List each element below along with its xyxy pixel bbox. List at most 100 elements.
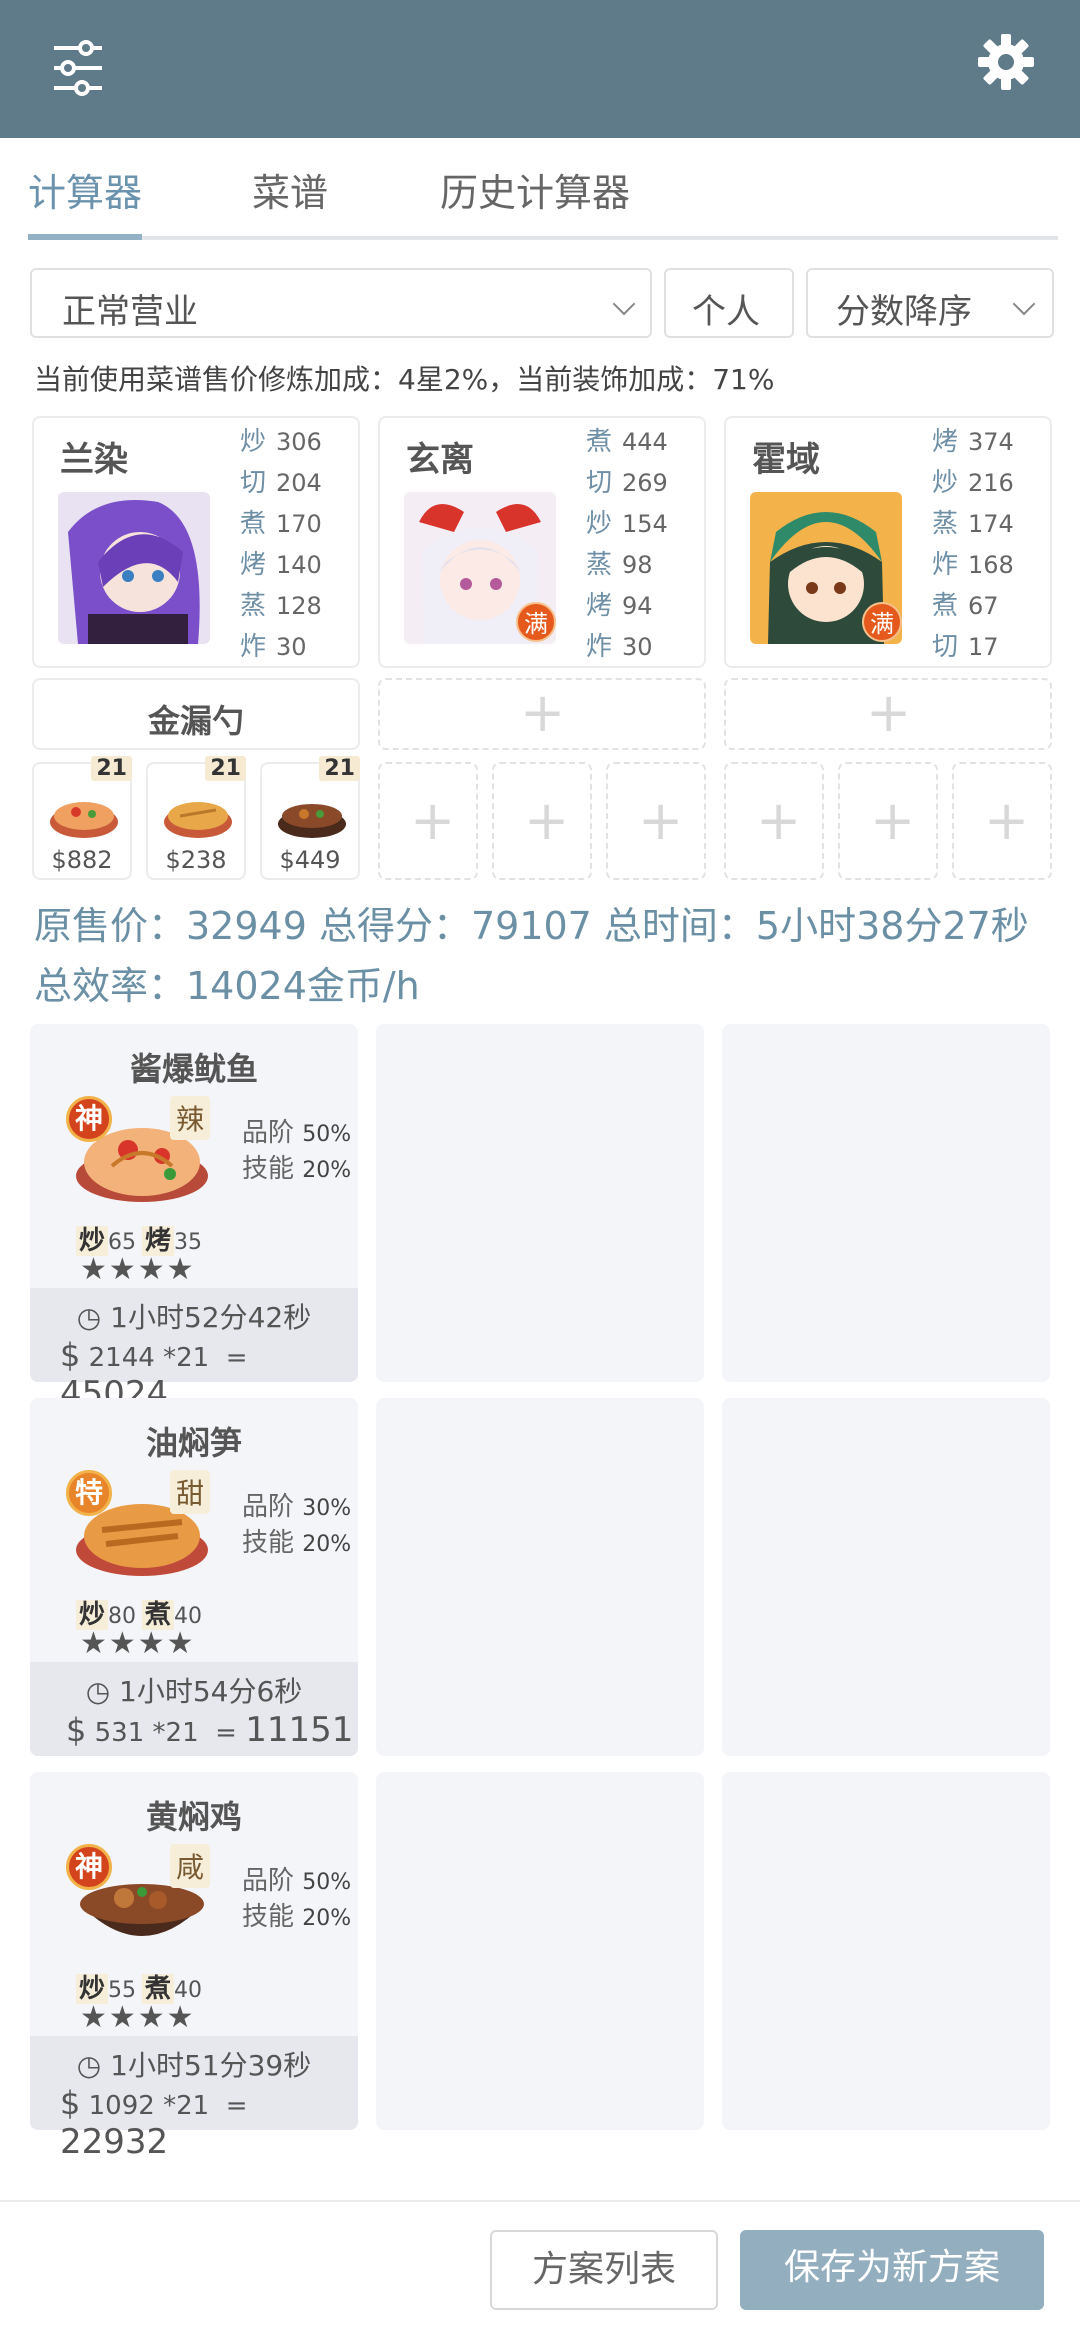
dish-image [50, 802, 118, 838]
chef-skills: 烤 374 炒 216 蒸 174 炸 168 煮 67 切 17 [932, 427, 1014, 662]
tab-divider [28, 236, 1058, 240]
chef-skills: 煮 444 切 269 炒 154 蒸 98 烤 94 炸 30 [586, 427, 668, 662]
app-header [0, 0, 1080, 138]
flavor-tag: 辣 [170, 1096, 211, 1140]
tab-active-indicator [28, 234, 142, 240]
rank-badge: 神 [66, 1844, 112, 1890]
clock-icon: ◷ [85, 1675, 111, 1708]
recipe-footer: ◷ 1小时51分39秒 $ 1092 *21 = 22932 [30, 2036, 358, 2162]
mode-select-value: 正常营业 [62, 292, 198, 332]
recipe-price: $882 [51, 846, 113, 874]
max-badge: 满 [862, 602, 902, 642]
equipment-name: 金漏勺 [147, 702, 244, 740]
max-badge: 满 [516, 602, 556, 642]
chef-skills: 炒 306 切 204 煮 170 烤 140 蒸 128 炸 30 [240, 427, 322, 662]
plus-icon: + [524, 789, 570, 852]
recipe-card-empty[interactable] [376, 1772, 704, 2130]
dish-image [278, 804, 346, 838]
tab-history[interactable]: 历史计算器 [440, 162, 630, 217]
recipe-slot-empty[interactable]: + [492, 762, 592, 880]
recipe-card[interactable]: 黄焖鸡 神 咸 品阶 50% 技能 20% 炒 55 煮 40 ★★★★ ◷ 1小时… [30, 1772, 358, 2162]
recipe-card-empty[interactable] [722, 1398, 1050, 1756]
chef-card[interactable]: 霍域 满 烤 374 炒 216 蒸 174 炸 168 煮 67 切 17 [724, 416, 1052, 668]
chef-name: 兰染 [60, 440, 128, 480]
chevron-down-icon [1012, 292, 1036, 316]
recipe-slot[interactable]: 21 $882 [32, 756, 132, 880]
cook-time: ◷ 1小时54分6秒 [85, 1675, 303, 1708]
recipe-count: 21 [205, 756, 246, 781]
recipe-name: 油焖笋 [145, 1424, 242, 1462]
recipe-card-empty[interactable] [376, 1024, 704, 1382]
clock-icon: ◷ [76, 2049, 102, 2082]
recipe-slot-empty[interactable]: + [838, 762, 938, 880]
earnings-calc: $ 1092 *21 = 22932 [60, 2084, 248, 2162]
recipe-card[interactable]: 酱爆鱿鱼 神 辣 品阶 50% 技能 20% 炒 65 烤 35 ★★★★ ◷ 1小… [30, 1024, 358, 1414]
plus-icon: + [410, 789, 456, 852]
star-rating: ★★★★ [80, 1626, 196, 1661]
chef-name: 玄离 [406, 440, 474, 480]
scope-button[interactable]: 个人 [664, 268, 794, 338]
plan-list-button[interactable]: 方案列表 [490, 2230, 718, 2310]
rank-badge: 神 [66, 1096, 112, 1142]
recipe-card-empty[interactable] [376, 1398, 704, 1756]
quality-stat: 品阶 50% [242, 1866, 352, 1896]
gear-icon[interactable] [978, 34, 1034, 90]
sliders-icon[interactable] [52, 38, 104, 98]
plus-icon: + [870, 789, 916, 852]
recipe-slot[interactable]: 21 $238 [146, 756, 246, 880]
recipe-name: 酱爆鱿鱼 [129, 1050, 258, 1088]
sort-select[interactable]: 分数降序 [806, 268, 1054, 338]
dish-image [164, 802, 232, 838]
plus-icon: + [638, 789, 684, 852]
tab-bar: 计算器 菜谱 历史计算器 [0, 138, 1080, 248]
recipe-footer: ◷ 1小时54分6秒 $ 531 *21 = 11151 [30, 1662, 358, 1756]
skill-stat: 技能 20% [242, 1528, 352, 1558]
skill-stat: 技能 20% [242, 1902, 352, 1932]
chef-card[interactable]: 兰染 炒 306 切 204 煮 170 烤 140 蒸 128 炸 30 [32, 416, 360, 668]
chevron-down-icon [612, 292, 636, 316]
equipment-slot[interactable]: 金漏勺 [32, 678, 360, 750]
mode-select[interactable]: 正常营业 [30, 268, 652, 338]
chef-portrait [58, 492, 210, 644]
recipe-slot[interactable]: 21 $449 [260, 756, 360, 880]
recipe-count: 21 [91, 756, 132, 781]
plus-icon: + [866, 681, 912, 744]
plus-icon: + [756, 789, 802, 852]
cook-time: ◷ 1小时52分42秒 [76, 1301, 312, 1334]
recipe-card[interactable]: 油焖笋 特 甜 品阶 30% 技能 20% 炒 80 煮 40 ★★★★ ◷ 1小时… [30, 1398, 358, 1756]
recipe-footer: ◷ 1小时52分42秒 $ 2144 *21 = 45024 [30, 1288, 358, 1414]
sort-select-value: 分数降序 [836, 292, 972, 332]
flavor-tag: 甜 [170, 1470, 211, 1514]
chef-card[interactable]: 玄离 满 煮 444 切 269 炒 154 蒸 98 烤 94 炸 30 [378, 416, 706, 668]
star-rating: ★★★★ [80, 2000, 196, 2035]
cook-time: ◷ 1小时51分39秒 [76, 2049, 312, 2082]
equipment-slot-empty[interactable]: + [378, 678, 706, 750]
recipe-slot-empty[interactable]: + [606, 762, 706, 880]
scope-label: 个人 [692, 292, 760, 332]
clock-icon: ◷ [76, 1301, 102, 1334]
tab-calculator[interactable]: 计算器 [28, 162, 142, 217]
chef-name: 霍域 [752, 440, 820, 480]
flavor-tag: 咸 [170, 1844, 211, 1888]
save-new-plan-button[interactable]: 保存为新方案 [740, 2230, 1044, 2310]
quality-stat: 品阶 50% [242, 1118, 352, 1148]
rank-badge: 特 [66, 1470, 112, 1516]
bonus-info: 当前使用菜谱售价修炼加成：4星2%，当前装饰加成：71% [34, 363, 775, 396]
recipe-card-empty[interactable] [722, 1024, 1050, 1382]
recipe-price: $449 [279, 846, 341, 874]
recipe-slot-empty[interactable]: + [952, 762, 1052, 880]
recipe-count: 21 [319, 756, 360, 781]
equipment-slot-empty[interactable]: + [724, 678, 1052, 750]
quality-stat: 品阶 30% [242, 1492, 352, 1522]
recipe-card-empty[interactable] [722, 1772, 1050, 2130]
summary-stats: 原售价：32949 总得分：79107 总时间：5小时38分27秒 总效率：14… [34, 904, 1029, 1008]
skill-stat: 技能 20% [242, 1154, 352, 1184]
plus-icon: + [520, 681, 566, 744]
recipe-slot-empty[interactable]: + [378, 762, 478, 880]
bottom-bar: 方案列表 保存为新方案 [0, 2200, 1080, 2340]
tab-recipes[interactable]: 菜谱 [252, 162, 328, 217]
recipe-slot-empty[interactable]: + [724, 762, 824, 880]
star-rating: ★★★★ [80, 1252, 196, 1287]
plus-icon: + [984, 789, 1030, 852]
earnings-calc: $ 531 *21 = 11151 [66, 1710, 354, 1750]
